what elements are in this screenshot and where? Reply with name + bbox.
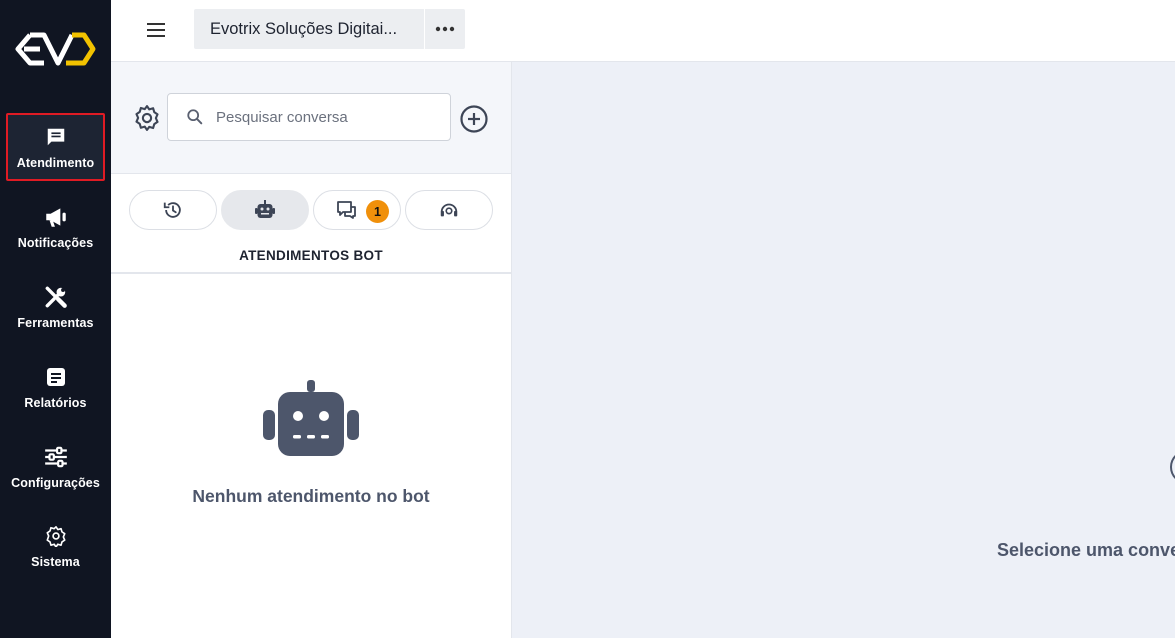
conversations-panel: 1 ATENDIMENTOS BOT Nenhum atendimento no… xyxy=(111,62,512,638)
sliders-icon xyxy=(43,444,69,470)
search-box xyxy=(167,93,451,141)
nav-item-relatorios[interactable]: Relatórios xyxy=(0,351,111,423)
gear-icon[interactable] xyxy=(132,103,162,133)
search-input[interactable] xyxy=(216,108,436,126)
tab-support[interactable] xyxy=(405,190,493,230)
more-horizontal-icon xyxy=(435,26,455,32)
nav-item-label: Ferramentas xyxy=(17,316,94,330)
gear-icon xyxy=(43,523,69,549)
plus-circle-icon[interactable] xyxy=(459,104,489,134)
megaphone-icon xyxy=(43,204,69,230)
nav-item-ferramentas[interactable]: Ferramentas xyxy=(0,271,111,343)
tab-history[interactable] xyxy=(129,190,217,230)
tab-bot[interactable] xyxy=(221,190,309,230)
history-icon xyxy=(163,202,181,218)
hamburger-icon[interactable] xyxy=(145,19,167,41)
more-options-button[interactable] xyxy=(425,9,465,49)
robot-icon xyxy=(255,200,275,218)
section-title: ATENDIMENTOS BOT xyxy=(239,248,383,263)
nav-item-atendimento[interactable]: Atendimento xyxy=(6,113,105,181)
nav-item-label: Atendimento xyxy=(16,156,95,170)
tenant-selector[interactable]: Evotrix Soluções Digitai... xyxy=(194,9,424,49)
evo-logo xyxy=(15,32,96,66)
nav-item-label: Notificações xyxy=(17,236,94,250)
nav-item-configuracoes[interactable]: Configurações xyxy=(0,431,111,503)
chat-icon xyxy=(43,124,69,150)
unread-badge: 1 xyxy=(366,200,389,223)
top-bar: Evotrix Soluções Digitai... xyxy=(111,0,1175,62)
nav-item-label: Configurações xyxy=(11,476,100,490)
support-agent-icon xyxy=(440,203,458,217)
tab-chats[interactable]: 1 xyxy=(313,190,401,230)
main-empty-message: Selecione uma conversa xyxy=(997,540,1175,560)
sidebar-nav: Atendimento Notificações Ferramentas Rel… xyxy=(0,0,111,638)
nav-item-notificacoes[interactable]: Notificações xyxy=(0,191,111,263)
empty-state-icon xyxy=(1170,450,1175,484)
tools-icon xyxy=(43,284,69,310)
nav-item-label: Sistema xyxy=(31,555,80,569)
robot-icon xyxy=(263,380,359,456)
report-icon xyxy=(43,364,69,390)
empty-state-message: Nenhum atendimento no bot xyxy=(192,486,430,506)
conversations-header xyxy=(111,62,511,174)
section-divider xyxy=(111,272,511,274)
chat-bubbles-icon xyxy=(337,201,356,219)
nav-item-sistema[interactable]: Sistema xyxy=(0,510,111,582)
nav-item-label: Relatórios xyxy=(24,396,87,410)
conversation-filter-tabs: 1 xyxy=(129,190,493,230)
search-icon xyxy=(187,109,203,125)
